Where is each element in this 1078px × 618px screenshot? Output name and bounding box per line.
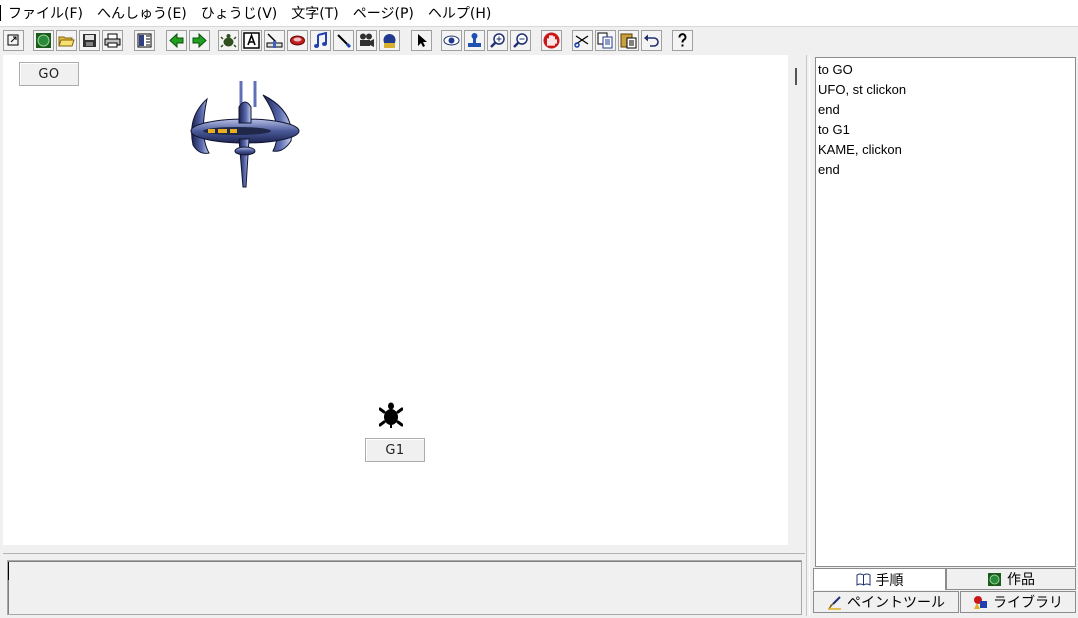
media-button[interactable]	[379, 30, 400, 51]
page-layout-button[interactable]	[134, 30, 155, 51]
script-line: end	[818, 102, 840, 117]
save-button[interactable]	[79, 30, 100, 51]
g1-button[interactable]: G1	[365, 438, 425, 462]
tab-procedures-label: 手順	[875, 572, 904, 589]
open-folder-icon	[58, 36, 75, 47]
ufo-sprite[interactable]	[185, 77, 305, 191]
window-arrow-icon	[7, 34, 19, 46]
slider-button[interactable]	[264, 30, 285, 51]
forward-button[interactable]	[189, 30, 210, 51]
page-layout-icon	[137, 33, 152, 48]
media-icon	[383, 34, 396, 48]
menu-file[interactable]: ファイル(F)	[8, 3, 91, 23]
back-arrow-icon	[169, 32, 184, 49]
command-area	[3, 553, 805, 616]
command-input[interactable]	[7, 560, 802, 615]
music-button[interactable]	[310, 30, 331, 51]
eye-button[interactable]	[441, 30, 462, 51]
select-button[interactable]	[411, 30, 432, 51]
window-arrow-button[interactable]	[3, 30, 24, 51]
tab-works[interactable]: 作品	[946, 568, 1076, 590]
pen-button[interactable]	[333, 30, 354, 51]
script-line: UFO, st clickon	[818, 82, 907, 97]
help-button[interactable]	[672, 30, 693, 51]
back-button[interactable]	[166, 30, 187, 51]
slider-icon	[266, 33, 283, 48]
video-button[interactable]	[356, 30, 377, 51]
cut-button[interactable]	[572, 30, 593, 51]
toolbar	[0, 26, 1078, 54]
tab-library[interactable]: ライブラリ	[960, 591, 1076, 613]
forward-arrow-icon	[192, 32, 207, 49]
zoom-out-icon	[513, 33, 528, 48]
panel-splitter[interactable]	[806, 55, 810, 616]
button-tool-button[interactable]	[287, 30, 308, 51]
shapes-icon	[974, 595, 987, 609]
print-icon	[104, 33, 121, 48]
copy-button[interactable]	[595, 30, 616, 51]
save-icon	[83, 34, 96, 47]
globe-button[interactable]	[33, 30, 54, 51]
zoom-in-button[interactable]	[487, 30, 508, 51]
stage-text-cursor	[795, 68, 797, 85]
copy-icon	[597, 32, 613, 49]
menu-page[interactable]: ページ(P)	[353, 3, 422, 23]
help-icon	[678, 33, 687, 47]
menu-edit[interactable]: へんしゅう(E)	[97, 3, 195, 23]
script-line: end	[818, 162, 840, 177]
menu-text[interactable]: 文字(T)	[291, 3, 346, 23]
globe-icon	[988, 572, 1001, 586]
zoom-in-icon	[490, 33, 505, 48]
pen-icon	[337, 34, 352, 49]
button-tool-icon	[290, 35, 305, 46]
menu-help[interactable]: ヘルプ(H)	[428, 3, 499, 23]
cut-icon	[574, 35, 589, 48]
globe-icon	[36, 33, 51, 48]
command-caret	[8, 562, 9, 580]
new-turtle-button[interactable]	[218, 30, 239, 51]
tab-paint-tools[interactable]: ペイントツール	[813, 591, 959, 613]
go-button[interactable]: GO	[19, 62, 79, 86]
tab-library-label: ライブラリ	[993, 595, 1063, 611]
undo-icon	[644, 34, 659, 47]
video-icon	[360, 33, 374, 47]
zoom-out-button[interactable]	[510, 30, 531, 51]
select-arrow-icon	[418, 34, 427, 47]
book-icon	[856, 573, 870, 586]
text-box-button[interactable]	[241, 30, 262, 51]
eye-icon	[443, 35, 460, 46]
menu-bar: ファイル(F) へんしゅう(E) ひょうじ(V) 文字(T) ページ(P) ヘル…	[0, 0, 1078, 26]
script-line: to GO	[818, 62, 853, 77]
menu-edge	[0, 5, 4, 21]
stage-scroll-gutter	[788, 55, 806, 545]
stamp-button[interactable]	[464, 30, 485, 51]
paste-button[interactable]	[618, 30, 639, 51]
tab-procedures[interactable]: 手順	[813, 568, 946, 590]
stamp-icon	[468, 33, 481, 47]
stop-button[interactable]	[541, 30, 562, 51]
script-line: to G1	[818, 122, 850, 137]
tab-paint-tools-label: ペイントツール	[847, 595, 945, 611]
print-button[interactable]	[102, 30, 123, 51]
paste-icon	[620, 33, 637, 49]
text-box-icon	[243, 32, 260, 49]
turtle-sprite[interactable]	[379, 402, 403, 428]
turtle-new-icon	[220, 34, 237, 48]
music-icon	[314, 32, 327, 48]
stop-hand-icon	[543, 32, 560, 49]
tab-works-label: 作品	[1007, 572, 1035, 588]
open-button[interactable]	[56, 30, 77, 51]
undo-button[interactable]	[641, 30, 662, 51]
paintbrush-icon	[828, 595, 841, 610]
menu-view[interactable]: ひょうじ(V)	[201, 3, 286, 23]
stage-canvas[interactable]: GO G1	[3, 55, 788, 545]
script-line: KAME, clickon	[818, 142, 902, 157]
script-editor[interactable]: to GO UFO, st clickon end to G1 KAME, cl…	[815, 57, 1076, 567]
